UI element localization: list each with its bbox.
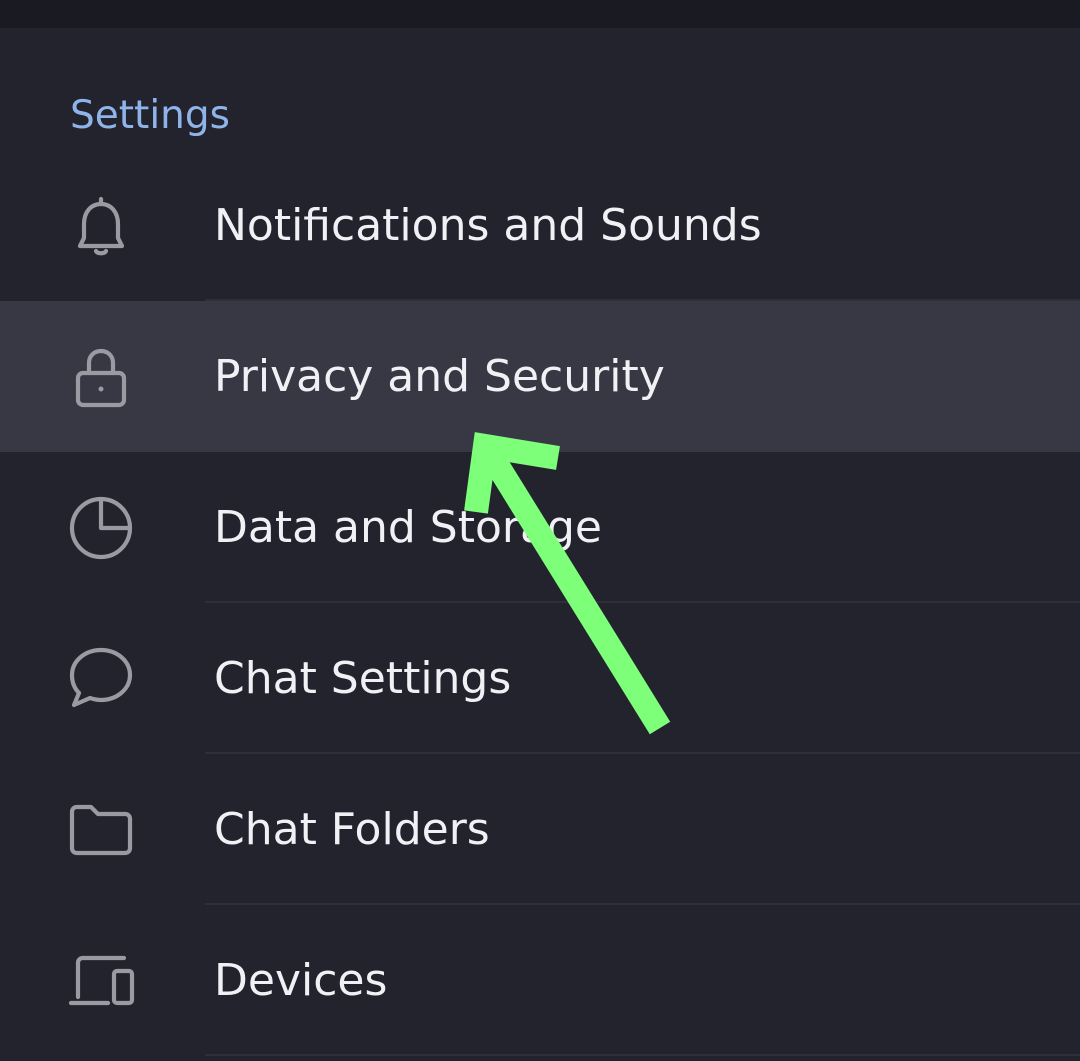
settings-item-devices[interactable]: Devices: [0, 905, 1080, 1056]
settings-item-notifications[interactable]: Notifications and Sounds: [0, 150, 1080, 301]
settings-list: Notifications and Sounds Privacy and Sec…: [0, 150, 1080, 1056]
settings-item-label: Notifications and Sounds: [214, 200, 762, 251]
top-bar: [0, 0, 1080, 28]
lock-icon: [66, 341, 136, 411]
pie-chart-icon: [66, 492, 136, 562]
settings-screen: Settings Notifications and Sounds Privac…: [0, 0, 1080, 1061]
settings-item-chat-folders[interactable]: Chat Folders: [0, 754, 1080, 905]
settings-item-label: Chat Folders: [214, 804, 490, 855]
settings-item-chat-settings[interactable]: Chat Settings: [0, 603, 1080, 754]
settings-item-privacy[interactable]: Privacy and Security: [0, 301, 1080, 452]
divider: [205, 1054, 1080, 1056]
settings-item-data-storage[interactable]: Data and Storage: [0, 452, 1080, 603]
settings-item-label: Devices: [214, 955, 388, 1006]
bell-icon: [66, 190, 136, 260]
folder-icon: [66, 794, 136, 864]
settings-item-label: Chat Settings: [214, 653, 512, 704]
section-header: Settings: [70, 93, 230, 138]
settings-item-label: Privacy and Security: [214, 351, 665, 402]
chat-bubble-icon: [66, 643, 136, 713]
devices-icon: [66, 945, 136, 1015]
settings-item-label: Data and Storage: [214, 502, 602, 553]
